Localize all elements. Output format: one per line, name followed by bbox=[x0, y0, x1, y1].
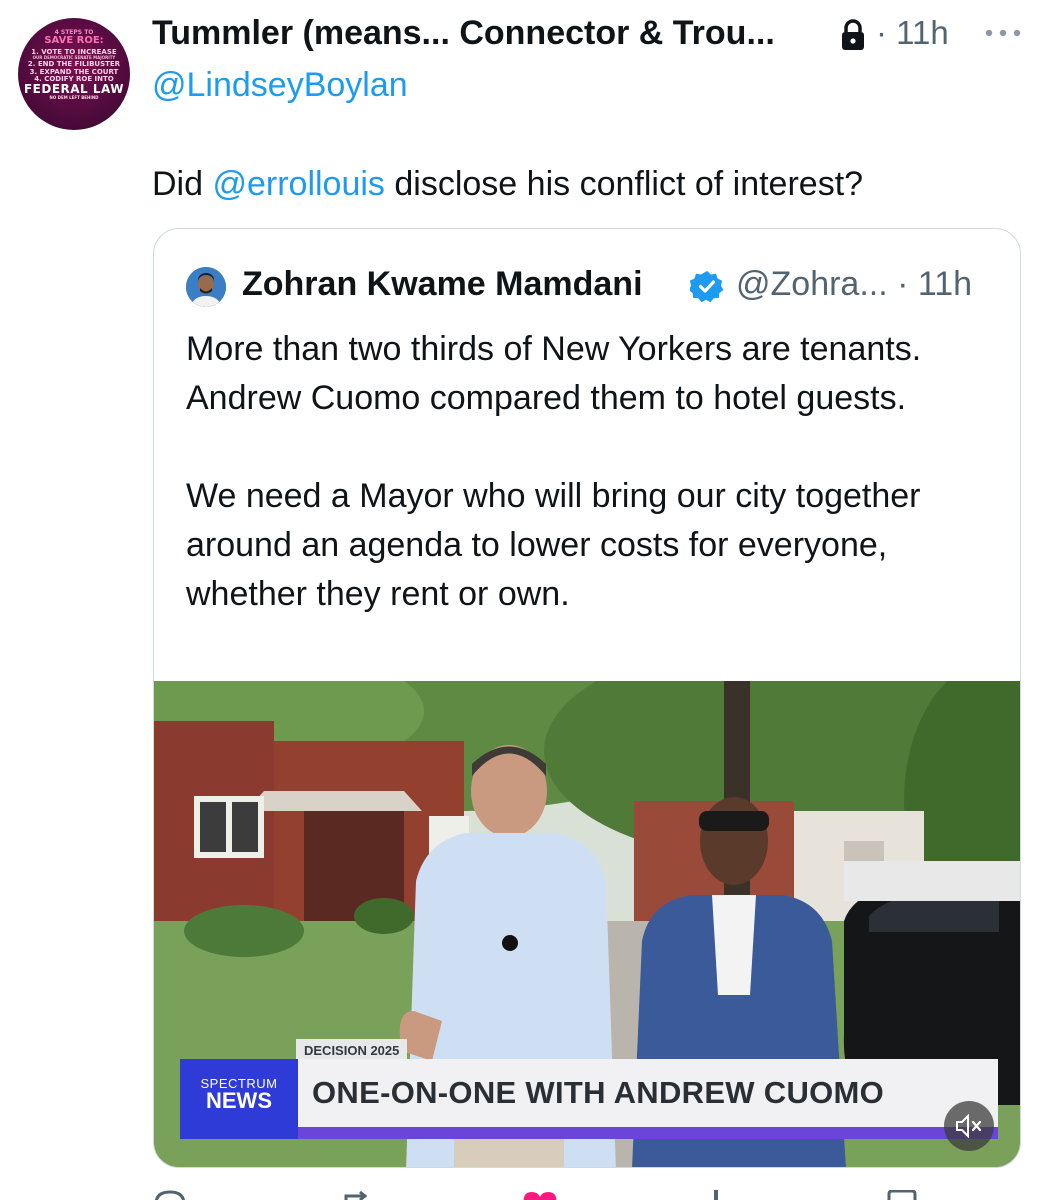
avatar-text-line: NO DEM LEFT BEHIND bbox=[49, 94, 99, 100]
quoted-paragraph: We need a Mayor who will bring our city … bbox=[186, 477, 921, 613]
quoted-tweet-text: More than two thirds of New Yorkers are … bbox=[186, 325, 986, 619]
mute-icon bbox=[956, 1114, 982, 1138]
quoted-tweet-card[interactable]: Zohran Kwame Mamdani @Zohra... · 11h Mor… bbox=[153, 228, 1021, 1168]
chyron-headline: ONE-ON-ONE WITH ANDREW CUOMO bbox=[298, 1059, 998, 1127]
video-player[interactable]: DECISION 2025 SPECTRUM NEWS ONE-ON-ONE W… bbox=[154, 681, 1020, 1167]
more-icon[interactable] bbox=[983, 26, 1023, 40]
lock-icon bbox=[842, 19, 864, 50]
avatar-text-line: SAVE ROE: bbox=[44, 35, 104, 47]
mention-link[interactable]: @errollouis bbox=[212, 165, 384, 203]
author-handle[interactable]: @LindseyBoylan bbox=[152, 66, 408, 105]
quoted-author-avatar[interactable] bbox=[186, 267, 226, 307]
views-icon[interactable] bbox=[700, 1190, 736, 1200]
chyron-stripe bbox=[298, 1127, 998, 1139]
quoted-author-handle[interactable]: @Zohra... · 11h bbox=[736, 265, 972, 304]
mute-button[interactable] bbox=[944, 1101, 994, 1151]
verified-icon bbox=[690, 271, 724, 303]
reply-icon[interactable] bbox=[152, 1190, 188, 1200]
author-display-name[interactable]: Tummler (means... Connector & Trou... bbox=[152, 14, 775, 53]
tweet-action-bar bbox=[0, 1180, 1043, 1200]
quoted-author-name[interactable]: Zohran Kwame Mamdani bbox=[242, 265, 643, 304]
tweet-text-suffix: disclose his conflict of interest? bbox=[384, 165, 864, 203]
author-avatar[interactable]: 4 STEPS TO SAVE ROE: 1. VOTE TO INCREASE… bbox=[18, 18, 130, 130]
tweet-timestamp[interactable]: · 11h bbox=[876, 14, 949, 52]
spectrum-news-logo: SPECTRUM NEWS bbox=[180, 1059, 298, 1139]
tweet-text-prefix: Did bbox=[152, 165, 213, 203]
bookmark-icon[interactable] bbox=[884, 1190, 920, 1200]
logo-line: NEWS bbox=[206, 1088, 272, 1113]
tweet-text: Did @errollouis disclose his conflict of… bbox=[152, 165, 863, 204]
retweet-icon[interactable] bbox=[340, 1190, 376, 1200]
quoted-paragraph: More than two thirds of New Yorkers are … bbox=[186, 330, 922, 417]
like-icon[interactable] bbox=[520, 1190, 560, 1200]
